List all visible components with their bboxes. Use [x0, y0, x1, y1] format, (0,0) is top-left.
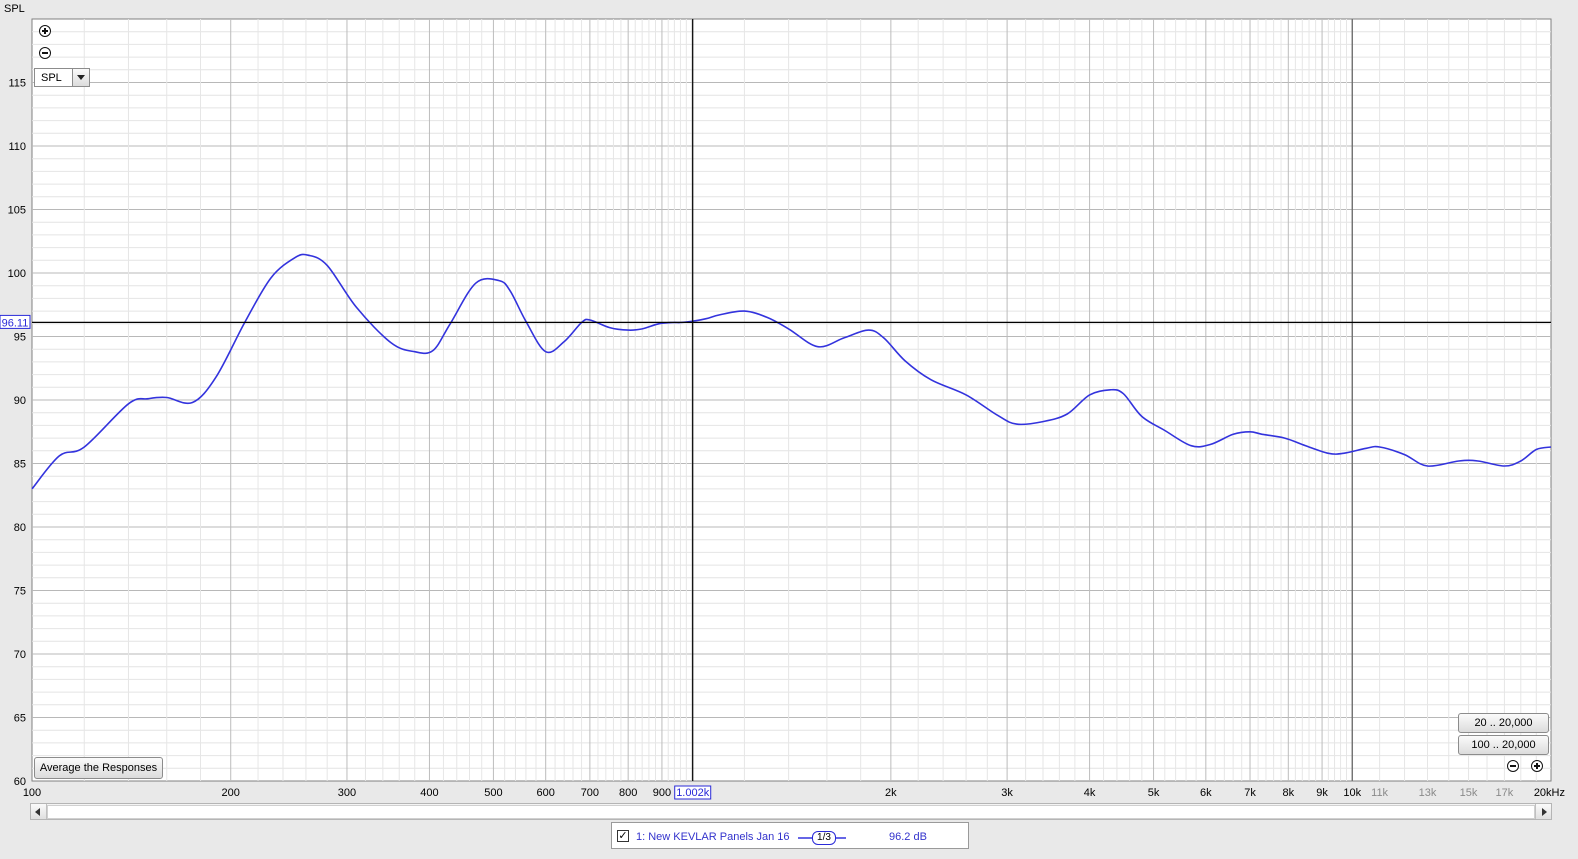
x-tick-label: 9k [1316, 787, 1328, 799]
legend-panel: ✓ 1: New KEVLAR Panels Jan 16 1/3 96.2 d… [611, 822, 969, 849]
frequency-response-chart[interactable]: 6065707580859095100105110115 100 200 300 40… [0, 0, 1578, 803]
x-tick-label: 5k [1148, 787, 1160, 799]
x-tick-label: 11k [1371, 787, 1388, 799]
y-tick-label: 65 [14, 713, 26, 725]
x-tick-label: 6k [1200, 787, 1212, 799]
y-axis-ticks: 6065707580859095100105110115 [8, 78, 26, 789]
cursor-x-label: 1.002k [676, 787, 710, 799]
x-tick-label: 800 [619, 787, 637, 799]
x-tick-label: 400 [420, 787, 438, 799]
cursor-y-label: 96.11 [2, 317, 29, 329]
scroll-thumb[interactable] [47, 805, 1535, 819]
horizontal-scrollbar[interactable] [30, 803, 1552, 820]
y-tick-label: 95 [14, 332, 26, 344]
x-tick-label: 100 [23, 787, 41, 799]
y-tick-label: 70 [14, 649, 26, 661]
legend-cursor-value: 96.2 dB [889, 831, 927, 843]
zoom-in-icon[interactable] [39, 25, 51, 37]
x-tick-label: 15k [1460, 787, 1478, 799]
x-tick-label: 7k [1244, 787, 1256, 799]
x-axis-ticks: 100 200 300 400 500 600 700 800 900 2k 3k 4k 5k 6k 7k 8… [23, 787, 1565, 799]
x-tick-label: 700 [581, 787, 599, 799]
y-tick-label: 105 [8, 205, 26, 217]
y-tick-label: 80 [14, 522, 26, 534]
x-tick-label: 17k [1496, 787, 1514, 799]
range-20-20000-button[interactable]: 20 .. 20,000 [1458, 713, 1549, 733]
x-tick-label: 300 [338, 787, 356, 799]
x-tick-label: 200 [222, 787, 240, 799]
y-axis-label: SPL [4, 3, 25, 15]
y-tick-label: 115 [8, 78, 26, 90]
x-tick-label: 20kHz [1534, 787, 1565, 799]
x-tick-label: 10k [1343, 787, 1361, 799]
legend-checkbox[interactable]: ✓ [617, 830, 629, 842]
zoom-out-x-icon[interactable] [1507, 760, 1519, 772]
graph-type-select[interactable]: SPL [34, 68, 90, 87]
legend-smoothing-badge[interactable]: 1/3 [812, 831, 836, 845]
zoom-out-icon[interactable] [39, 47, 51, 59]
chevron-down-icon[interactable] [72, 69, 89, 86]
scroll-right-icon[interactable] [1535, 804, 1551, 819]
y-tick-label: 75 [14, 586, 26, 598]
x-tick-label: 8k [1282, 787, 1294, 799]
y-tick-label: 85 [14, 459, 26, 471]
x-tick-label: 500 [484, 787, 502, 799]
zoom-in-x-icon[interactable] [1531, 760, 1543, 772]
scroll-left-icon[interactable] [31, 804, 47, 819]
x-tick-label: 3k [1001, 787, 1013, 799]
grid-lines [32, 19, 1551, 781]
average-responses-button[interactable]: Average the Responses [34, 757, 163, 779]
x-tick-label: 600 [537, 787, 555, 799]
y-tick-label: 110 [8, 141, 26, 153]
y-tick-label: 90 [14, 395, 26, 407]
x-tick-label: 4k [1084, 787, 1096, 799]
legend-series-name: 1: New KEVLAR Panels Jan 16 [636, 831, 790, 843]
range-100-20000-button[interactable]: 100 .. 20,000 [1458, 735, 1549, 755]
x-tick-label: 900 [653, 787, 671, 799]
y-tick-label: 100 [8, 268, 26, 280]
x-tick-label: 13k [1419, 787, 1437, 799]
x-tick-label: 2k [885, 787, 897, 799]
graph-type-value: SPL [41, 72, 62, 84]
